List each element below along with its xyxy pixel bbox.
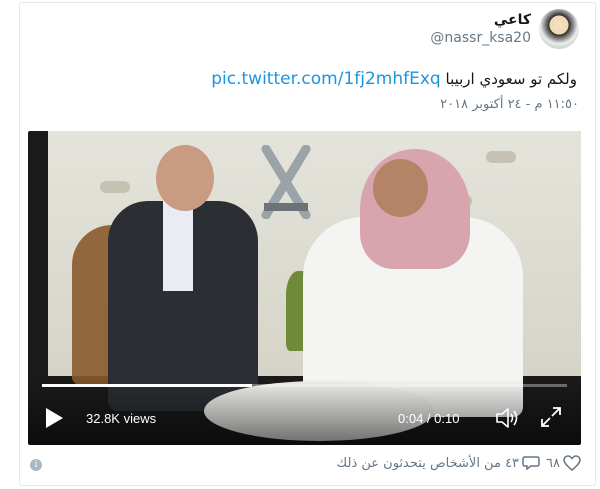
avatar[interactable] <box>539 9 579 49</box>
embedded-tweet-card: كاعي @nassr_ksa20 ولكم تو سعودي اربيبا p… <box>19 2 596 486</box>
author-handle[interactable]: @nassr_ksa20 <box>430 29 531 47</box>
person-head <box>156 145 214 211</box>
progress-fill <box>42 384 252 387</box>
tweet-footer: i ٦٨ ٤٣ من الأشخاص يتحدثون عن ذلك <box>20 453 595 479</box>
volume-icon[interactable] <box>495 406 521 430</box>
reply-icon <box>522 456 540 471</box>
author-display-name[interactable]: كاعي <box>430 11 531 29</box>
video-player[interactable]: 32.8K views 0:04 / 0:10 <box>28 131 581 445</box>
view-count: 32.8K views <box>86 411 157 426</box>
conversation-action[interactable]: ٤٣ من الأشخاص يتحدثون عن ذلك <box>337 455 540 471</box>
person-face <box>373 159 428 217</box>
tweet-actions: ٦٨ ٤٣ من الأشخاص يتحدثون عن ذلك <box>337 455 581 471</box>
tweet-media-link[interactable]: pic.twitter.com/1fj2mhfExq <box>211 69 440 89</box>
like-action[interactable]: ٦٨ <box>546 455 581 471</box>
tweet-timestamp[interactable]: ١١:٥٠ م - ٢٤ أكتوبر ٢٠١٨ <box>440 97 579 112</box>
tweet-text: ولكم تو سعودي اربيبا pic.twitter.com/1fj… <box>211 69 577 89</box>
progress-bar[interactable] <box>42 384 567 387</box>
trophy-logo-icon <box>261 145 311 219</box>
heart-icon <box>563 455 581 471</box>
fullscreen-icon[interactable] <box>540 406 562 428</box>
conversation-text: ٤٣ من الأشخاص يتحدثون عن ذلك <box>336 455 520 471</box>
tweet-author[interactable]: كاعي @nassr_ksa20 <box>430 9 579 49</box>
sponsor-logo-icon <box>486 151 516 163</box>
info-icon[interactable]: i <box>30 459 42 471</box>
playback-time: 0:04 / 0:10 <box>398 411 460 426</box>
person-shirt <box>163 201 193 291</box>
sponsor-logo-icon <box>100 181 130 193</box>
play-icon[interactable] <box>44 407 64 429</box>
author-names: كاعي @nassr_ksa20 <box>430 11 531 47</box>
tweet-body-text: ولكم تو سعودي اربيبا <box>445 70 578 88</box>
like-count: ٦٨ <box>546 455 560 471</box>
